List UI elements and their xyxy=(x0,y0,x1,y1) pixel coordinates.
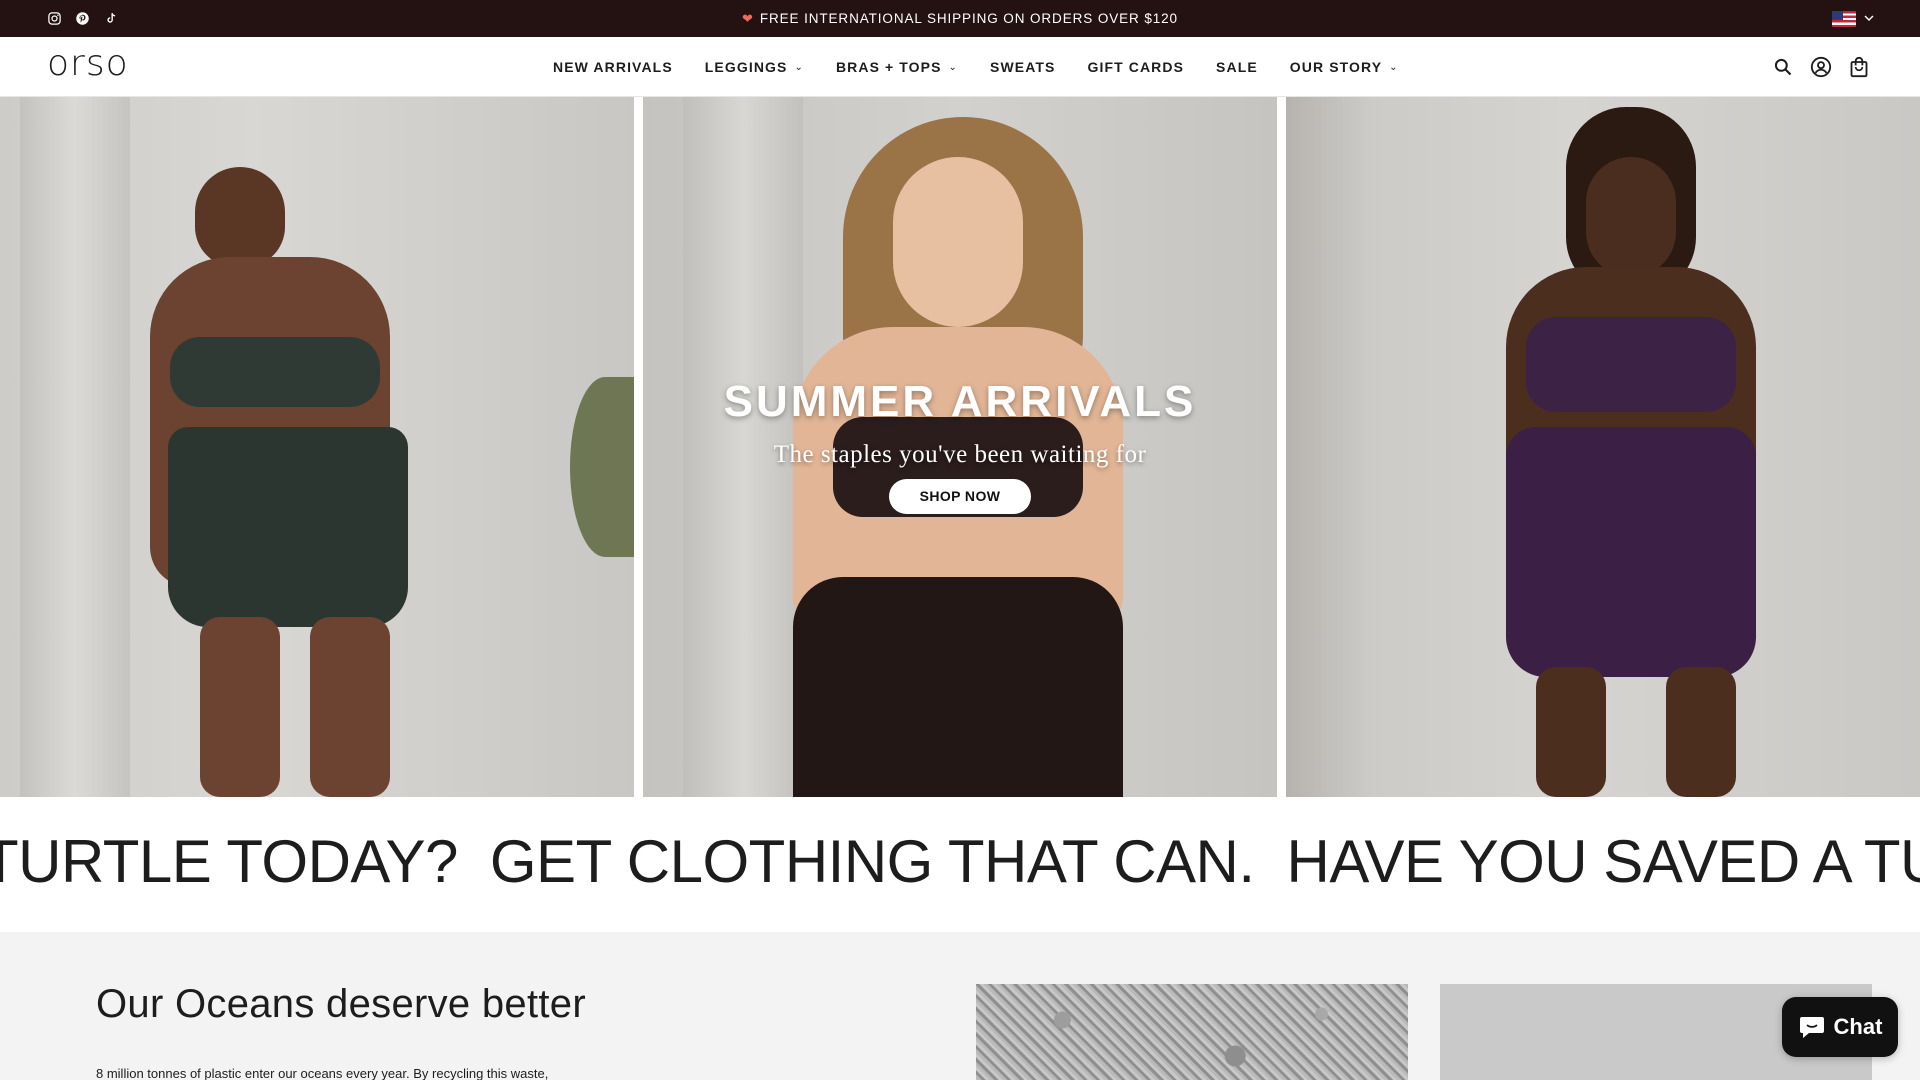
plant-leaf xyxy=(570,377,634,557)
announcement-text: FREE INTERNATIONAL SHIPPING ON ORDERS OV… xyxy=(759,11,1178,26)
scrolling-marquee: TURTLE TODAY? GET CLOTHING THAT CAN. HAV… xyxy=(0,797,1920,932)
section-body: 8 million tonnes of plastic enter our oc… xyxy=(96,1066,549,1080)
hero-banner[interactable]: SUMMER ARRIVALS The staples you've been … xyxy=(0,97,1920,797)
country-selector[interactable] xyxy=(1832,0,1874,37)
tiktok-icon[interactable] xyxy=(102,10,119,27)
bike-shorts xyxy=(1506,427,1756,677)
nav-leggings[interactable]: LEGGINGS ⌄ xyxy=(705,59,804,75)
marquee-item: TURTLE TODAY? xyxy=(0,828,458,895)
announcement-message: ❤ FREE INTERNATIONAL SHIPPING ON ORDERS … xyxy=(742,11,1178,27)
chevron-down-icon: ⌄ xyxy=(794,61,804,73)
model-leg xyxy=(1666,667,1736,797)
hero-content: SUMMER ARRIVALS The staples you've been … xyxy=(643,377,1277,514)
nav-bras-tops[interactable]: BRAS + TOPS ⌄ xyxy=(836,59,958,75)
marquee-item: HAVE YOU SAVED A TURT xyxy=(1286,828,1920,895)
us-flag-icon xyxy=(1832,10,1856,27)
chat-button[interactable]: Chat xyxy=(1782,997,1898,1057)
cart-icon[interactable] xyxy=(1848,56,1870,78)
hero-image-right xyxy=(1286,97,1920,797)
heart-icon: ❤ xyxy=(742,10,754,26)
nav-label: SALE xyxy=(1216,59,1258,75)
logo[interactable]: orso xyxy=(47,43,129,84)
hero-title: SUMMER ARRIVALS xyxy=(723,377,1197,426)
marquee-track: TURTLE TODAY? GET CLOTHING THAT CAN. HAV… xyxy=(0,827,1920,896)
search-icon[interactable] xyxy=(1772,56,1794,78)
model-head xyxy=(893,157,1023,327)
chevron-down-icon xyxy=(1864,15,1874,22)
nav-label: BRAS + TOPS xyxy=(835,59,942,75)
sports-bra xyxy=(170,337,380,407)
nav-sweats[interactable]: SWEATS xyxy=(990,59,1055,75)
nav-label: SWEATS xyxy=(990,59,1056,75)
site-header: orso NEW ARRIVALS LEGGINGS ⌄ BRAS + TOPS ⌄… xyxy=(0,37,1920,97)
nav-our-story[interactable]: OUR STORY ⌄ xyxy=(1290,59,1399,75)
account-icon[interactable] xyxy=(1810,56,1832,78)
instagram-icon[interactable] xyxy=(46,10,63,27)
arch-decoration xyxy=(20,97,130,797)
header-actions xyxy=(1772,37,1870,97)
shop-now-button[interactable]: SHOP NOW xyxy=(889,479,1031,514)
leggings xyxy=(793,577,1123,797)
nav-gift-cards[interactable]: GIFT CARDS xyxy=(1087,59,1184,75)
shelf-niche xyxy=(1286,97,1376,797)
hero-subtitle: The staples you've been waiting for xyxy=(773,441,1147,468)
model-leg xyxy=(310,617,390,797)
nav-label: OUR STORY xyxy=(1289,59,1383,75)
section-title: Our Oceans deserve better xyxy=(96,982,586,1026)
sports-bra xyxy=(1526,317,1736,412)
pinterest-icon[interactable] xyxy=(74,10,91,27)
nav-label: NEW ARRIVALS xyxy=(553,59,673,75)
model-head xyxy=(195,167,285,267)
nav-label: LEGGINGS xyxy=(704,59,788,75)
marquee-item: GET CLOTHING THAT CAN. xyxy=(489,828,1255,895)
chevron-down-icon: ⌄ xyxy=(1389,61,1399,73)
chat-label: Chat xyxy=(1833,1014,1883,1039)
announcement-bar: ❤ FREE INTERNATIONAL SHIPPING ON ORDERS … xyxy=(0,0,1920,37)
main-nav: NEW ARRIVALS LEGGINGS ⌄ BRAS + TOPS ⌄ SWEA… xyxy=(553,37,1431,97)
oceans-section: Our Oceans deserve better 8 million tonn… xyxy=(0,932,1920,1080)
model-leg xyxy=(200,617,280,797)
nav-sale[interactable]: SALE xyxy=(1216,59,1258,75)
chevron-down-icon: ⌄ xyxy=(948,61,959,73)
recycled-plastic-image xyxy=(976,984,1408,1080)
hero-image-left xyxy=(0,97,634,797)
nav-label: GIFT CARDS xyxy=(1087,59,1185,75)
model-leg xyxy=(1536,667,1606,797)
social-links xyxy=(46,0,119,37)
chat-bubble-icon xyxy=(1799,1017,1824,1038)
nav-new-arrivals[interactable]: NEW ARRIVALS xyxy=(553,59,673,75)
model-head xyxy=(1586,157,1676,277)
bike-shorts xyxy=(168,427,408,627)
